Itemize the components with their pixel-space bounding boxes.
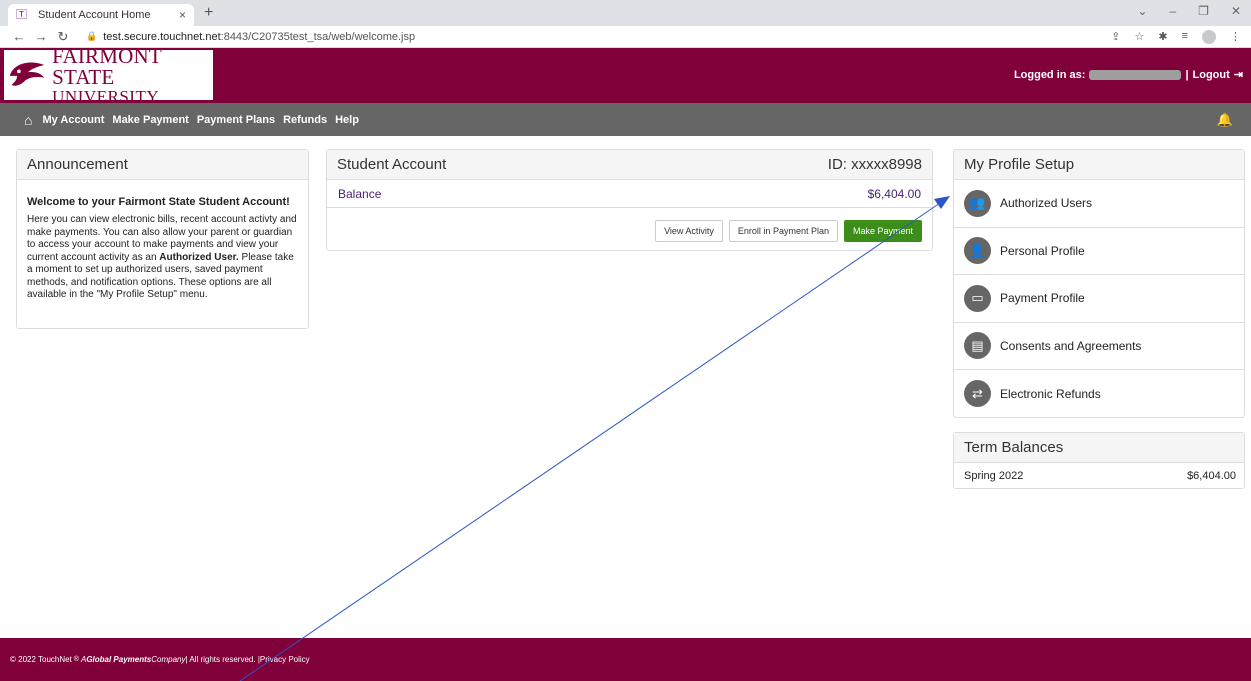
notification-bell-icon[interactable]: 🔔 [1217, 112, 1233, 128]
new-tab-button[interactable]: + [204, 4, 213, 22]
logo-line1: FAIRMONT STATE [52, 43, 162, 89]
close-window-icon[interactable]: ✕ [1231, 4, 1241, 18]
footer-company-bold: Global Payments [86, 655, 152, 664]
profile-item-consents[interactable]: ▤ Consents and Agreements [954, 323, 1244, 370]
tab-search-icon[interactable]: ⌄ [1137, 4, 1147, 18]
back-icon[interactable]: ← [10, 29, 28, 44]
separator: | [1185, 68, 1189, 81]
profile-item-label: Consents and Agreements [1000, 338, 1142, 353]
profile-item-personal-profile[interactable]: 👤 Personal Profile [954, 228, 1244, 275]
window-controls: ⌄ – ❐ ✕ [1137, 4, 1241, 18]
logged-in-area: Logged in as: | Logout ⇥ [1013, 68, 1243, 82]
minimize-icon[interactable]: – [1169, 4, 1176, 18]
site-footer: © 2022 TouchNet ® A Global Payments Compa… [0, 638, 1251, 681]
lock-icon: 🔒 [86, 31, 98, 41]
announcement-panel: Announcement Welcome to your Fairmont St… [16, 149, 309, 329]
privacy-policy-link[interactable]: Privacy Policy [260, 655, 310, 664]
forward-icon[interactable]: → [32, 29, 50, 44]
balance-row: Balance $6,404.00 [327, 180, 932, 208]
announcement-body: Here you can view electronic bills, rece… [27, 214, 297, 300]
browser-tab[interactable]: 🅃 Student Account Home × [8, 4, 194, 26]
users-icon: 👥 [964, 189, 991, 217]
document-icon: ▤ [964, 332, 991, 360]
student-account-title: Student Account [337, 156, 447, 173]
logo-line2: UNIVERSITY [52, 86, 160, 106]
profile-item-payment-profile[interactable]: ▭ Payment Profile [954, 275, 1244, 323]
logout-link[interactable]: Logout [1193, 69, 1230, 81]
url-path: :8443/C20735test_tsa/web/welcome.jsp [220, 30, 416, 43]
view-activity-button[interactable]: View Activity [655, 220, 723, 242]
bookmark-star-icon[interactable]: ☆ [1134, 30, 1144, 44]
refund-icon: ⇄ [964, 380, 991, 408]
announcement-welcome: Welcome to your Fairmont State Student A… [27, 196, 290, 208]
announcement-title: Announcement [17, 150, 308, 180]
share-icon[interactable]: ⇪ [1111, 30, 1120, 44]
student-id: ID: xxxxx8998 [827, 156, 922, 173]
balance-link[interactable]: Balance [338, 187, 381, 201]
profile-item-label: Personal Profile [1000, 243, 1085, 258]
term-balances-panel: Term Balances Spring 2022 $6,404.00 [953, 432, 1245, 489]
browser-tab-bar: 🅃 Student Account Home × + ⌄ – ❐ ✕ [0, 0, 1251, 26]
footer-rights: | All rights reserved. | [185, 655, 260, 664]
profile-item-label: Payment Profile [1000, 291, 1085, 306]
term-row: Spring 2022 $6,404.00 [954, 463, 1244, 488]
student-account-panel: Student Account ID: xxxxx8998 Balance $6… [326, 149, 933, 251]
reload-icon[interactable]: ↻ [54, 29, 72, 45]
falcon-logo-icon [9, 62, 45, 86]
profile-item-electronic-refunds[interactable]: ⇄ Electronic Refunds [954, 370, 1244, 418]
enroll-payment-plan-button[interactable]: Enroll in Payment Plan [728, 220, 838, 242]
extensions-icon[interactable]: ✱ [1158, 30, 1167, 44]
balance-value: $6,404.00 [867, 186, 921, 201]
nav-payment-plans[interactable]: Payment Plans [197, 114, 275, 126]
url-field[interactable]: 🔒 test.secure.touchnet.net:8443/C20735te… [86, 31, 1111, 43]
logged-in-label: Logged in as: [1013, 68, 1086, 81]
tab-title: Student Account Home [38, 9, 151, 21]
restore-icon[interactable]: ❐ [1198, 4, 1209, 18]
profile-item-label: Electronic Refunds [1000, 386, 1101, 401]
site-header: FAIRMONT STATE UNIVERSITY Logged in as: … [0, 45, 1251, 105]
nav-help[interactable]: Help [335, 114, 359, 126]
tab-close-icon[interactable]: × [179, 8, 186, 22]
credit-card-icon: ▭ [964, 284, 991, 312]
redacted-username [1089, 69, 1182, 80]
university-logo[interactable]: FAIRMONT STATE UNIVERSITY [4, 45, 213, 105]
footer-registered: ® [73, 656, 79, 663]
make-payment-button[interactable]: Make Payment [843, 220, 922, 242]
browser-menu-icon[interactable]: ⋮ [1230, 30, 1241, 44]
footer-company-b: Company [151, 655, 186, 664]
footer-copyright: © 2022 TouchNet [10, 655, 72, 664]
profile-item-authorized-users[interactable]: 👥 Authorized Users [954, 180, 1244, 228]
profile-setup-panel: My Profile Setup 👥 Authorized Users 👤 Pe… [953, 149, 1245, 418]
nav-make-payment[interactable]: Make Payment [112, 114, 188, 126]
browser-toolbar-icons: ⇪ ☆ ✱ ≡ ⋮ [1111, 29, 1241, 44]
logout-icon[interactable]: ⇥ [1234, 68, 1243, 81]
person-icon: 👤 [964, 237, 991, 265]
nav-my-account[interactable]: My Account [42, 114, 104, 126]
reading-list-icon[interactable]: ≡ [1182, 30, 1188, 44]
term-name: Spring 2022 [964, 469, 1024, 482]
profile-item-label: Authorized Users [1000, 196, 1093, 211]
nav-refunds[interactable]: Refunds [283, 114, 327, 126]
profile-setup-title: My Profile Setup [954, 150, 1244, 180]
site-favicon-icon: 🅃 [16, 9, 27, 21]
main-nav: ⌂ My Account Make Payment Payment Plans … [0, 103, 1251, 136]
term-balances-title: Term Balances [954, 433, 1244, 463]
profile-avatar-icon[interactable] [1202, 29, 1216, 44]
term-amount: $6,404.00 [1187, 469, 1236, 482]
url-host: test.secure.touchnet.net [103, 30, 221, 43]
home-icon[interactable]: ⌂ [24, 112, 32, 128]
